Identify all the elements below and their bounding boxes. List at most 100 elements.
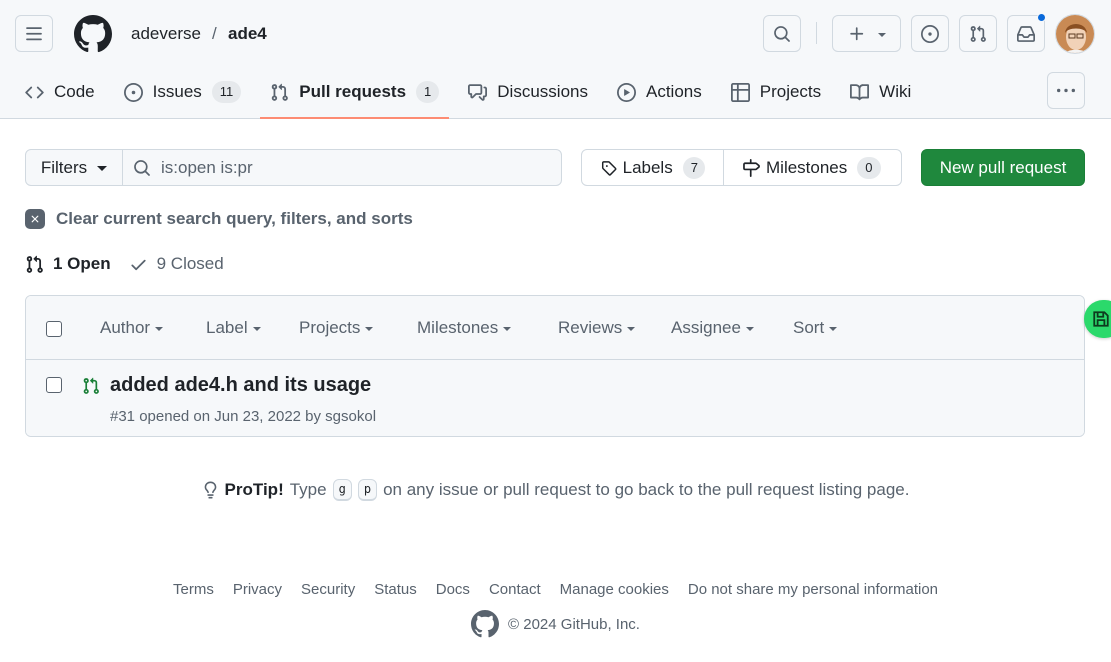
- author-filter-label: Author: [100, 318, 151, 337]
- protip-text-pre: Type: [289, 480, 327, 499]
- footer-link-privacy[interactable]: Privacy: [233, 581, 282, 598]
- footer-link-manage-cookies[interactable]: Manage cookies: [560, 581, 669, 598]
- footer-link-do-not-share[interactable]: Do not share my personal information: [688, 581, 938, 598]
- app-header: adeverse / ade4 Code Issues 11 Pull requ…: [0, 0, 1111, 119]
- labels-counter: 7: [682, 156, 705, 179]
- tab-issues[interactable]: Issues 11: [114, 73, 252, 111]
- create-new-button[interactable]: [832, 15, 901, 52]
- copyright-text: © 2024 GitHub, Inc.: [508, 615, 640, 633]
- extension-save-button[interactable]: [1084, 300, 1111, 338]
- menu-button[interactable]: [15, 15, 53, 52]
- chevron-down-icon: [155, 327, 164, 331]
- pull-request-list: Author Label Projects Milestones Reviews…: [25, 295, 1085, 437]
- row-checkbox[interactable]: [46, 377, 62, 393]
- footer-link-status[interactable]: Status: [374, 581, 417, 598]
- sort-filter-label: Sort: [793, 318, 825, 337]
- hamburger-icon: [26, 26, 42, 40]
- protip-label: ProTip!: [224, 480, 284, 499]
- chevron-down-icon: [745, 327, 754, 331]
- filters-search-group: Filters: [25, 149, 562, 186]
- tab-code[interactable]: Code: [15, 73, 105, 111]
- open-state-link[interactable]: 1 Open: [25, 254, 111, 274]
- footer-link-contact[interactable]: Contact: [489, 581, 541, 598]
- book-icon: [850, 83, 870, 100]
- filters-dropdown-button[interactable]: Filters: [26, 150, 123, 185]
- footer-link-docs[interactable]: Docs: [436, 581, 470, 598]
- projects-filter[interactable]: Projects: [299, 318, 374, 338]
- footer-link-terms[interactable]: Terms: [173, 581, 214, 598]
- search-icon: [134, 159, 150, 176]
- tab-wiki[interactable]: Wiki: [840, 73, 921, 111]
- author-filter[interactable]: Author: [100, 318, 164, 338]
- tab-actions[interactable]: Actions: [607, 73, 712, 111]
- chevron-down-icon: [97, 166, 108, 171]
- list-item: added ade4.h and its usage #31 opened on…: [26, 360, 1084, 436]
- reviews-filter-label: Reviews: [558, 318, 623, 337]
- filters-label: Filters: [40, 157, 88, 177]
- list-header: Author Label Projects Milestones Reviews…: [26, 296, 1084, 360]
- tab-label: Code: [54, 82, 95, 101]
- breadcrumb-owner[interactable]: adeverse: [131, 24, 201, 44]
- label-filter[interactable]: Label: [206, 318, 261, 338]
- sort-filter[interactable]: Sort: [793, 318, 838, 338]
- reviews-filter[interactable]: Reviews: [558, 318, 636, 338]
- closed-state-link[interactable]: 9 Closed: [129, 254, 224, 274]
- milestones-filter[interactable]: Milestones: [417, 318, 512, 338]
- closed-count-label: 9 Closed: [156, 254, 224, 273]
- footer-copyright: © 2024 GitHub, Inc.: [0, 610, 1111, 638]
- pull-request-title-link[interactable]: added ade4.h and its usage: [110, 374, 371, 397]
- breadcrumb-separator: /: [212, 24, 217, 43]
- open-count-label: 1 Open: [53, 254, 111, 273]
- more-options-button[interactable]: [1047, 72, 1085, 109]
- github-mark-icon[interactable]: [471, 610, 500, 638]
- header-divider: [816, 22, 817, 44]
- protip-text-post: on any issue or pull request to go back …: [383, 480, 910, 499]
- tag-icon: [601, 160, 617, 176]
- tab-label: Projects: [759, 82, 822, 101]
- chevron-down-icon: [627, 327, 636, 331]
- tab-projects[interactable]: Projects: [721, 73, 831, 111]
- tab-label: Wiki: [879, 82, 912, 101]
- milestones-filter-label: Milestones: [417, 318, 499, 337]
- check-icon: [131, 259, 146, 270]
- github-logo-icon[interactable]: [74, 15, 112, 53]
- new-pull-request-button[interactable]: New pull request: [921, 149, 1085, 186]
- pull-request-icon: [83, 377, 99, 394]
- assignee-filter[interactable]: Assignee: [671, 318, 754, 338]
- clear-filters-link[interactable]: Clear current search query, filters, and…: [25, 209, 413, 229]
- pulls-shortcut-button[interactable]: [959, 15, 997, 52]
- labels-milestones-group: Labels 7 Milestones 0: [581, 149, 902, 186]
- footer-link-security[interactable]: Security: [301, 581, 355, 598]
- issues-shortcut-button[interactable]: [911, 15, 949, 52]
- tab-label: Pull requests: [299, 82, 407, 101]
- avatar[interactable]: [1055, 14, 1095, 54]
- labels-label: Labels: [622, 157, 673, 177]
- repo-nav-tabs: Code Issues 11 Pull requests 1 Discussio…: [15, 73, 930, 119]
- chevron-down-icon: [503, 327, 512, 331]
- milestones-label: Milestones: [766, 157, 848, 177]
- tab-discussions[interactable]: Discussions: [458, 73, 598, 111]
- chevron-down-icon: [365, 327, 374, 331]
- close-icon: [25, 209, 45, 229]
- shortcut-key-g: g: [332, 479, 352, 501]
- shortcut-key-p: p: [357, 479, 378, 501]
- pull-request-icon: [272, 83, 289, 101]
- select-all-checkbox[interactable]: [46, 321, 62, 337]
- issues-counter: 11: [211, 81, 242, 103]
- search-input[interactable]: [161, 157, 541, 178]
- issue-icon: [123, 82, 143, 102]
- floppy-disk-icon: [1093, 311, 1109, 327]
- pulls-counter: 1: [416, 81, 440, 103]
- breadcrumb-repo[interactable]: ade4: [228, 24, 267, 44]
- pull-request-meta: #31 opened on Jun 23, 2022 by sgsokol: [110, 408, 377, 425]
- tab-pull-requests[interactable]: Pull requests 1: [260, 73, 450, 119]
- search-button[interactable]: [763, 15, 801, 52]
- labels-button[interactable]: Labels 7: [582, 150, 724, 185]
- label-filter-label: Label: [206, 318, 248, 337]
- plus-icon: [849, 26, 863, 40]
- discussions-icon: [468, 83, 488, 101]
- tab-label: Issues: [152, 82, 202, 101]
- milestones-button[interactable]: Milestones 0: [724, 150, 899, 185]
- inbox-icon: [1017, 25, 1035, 42]
- play-icon: [616, 82, 636, 102]
